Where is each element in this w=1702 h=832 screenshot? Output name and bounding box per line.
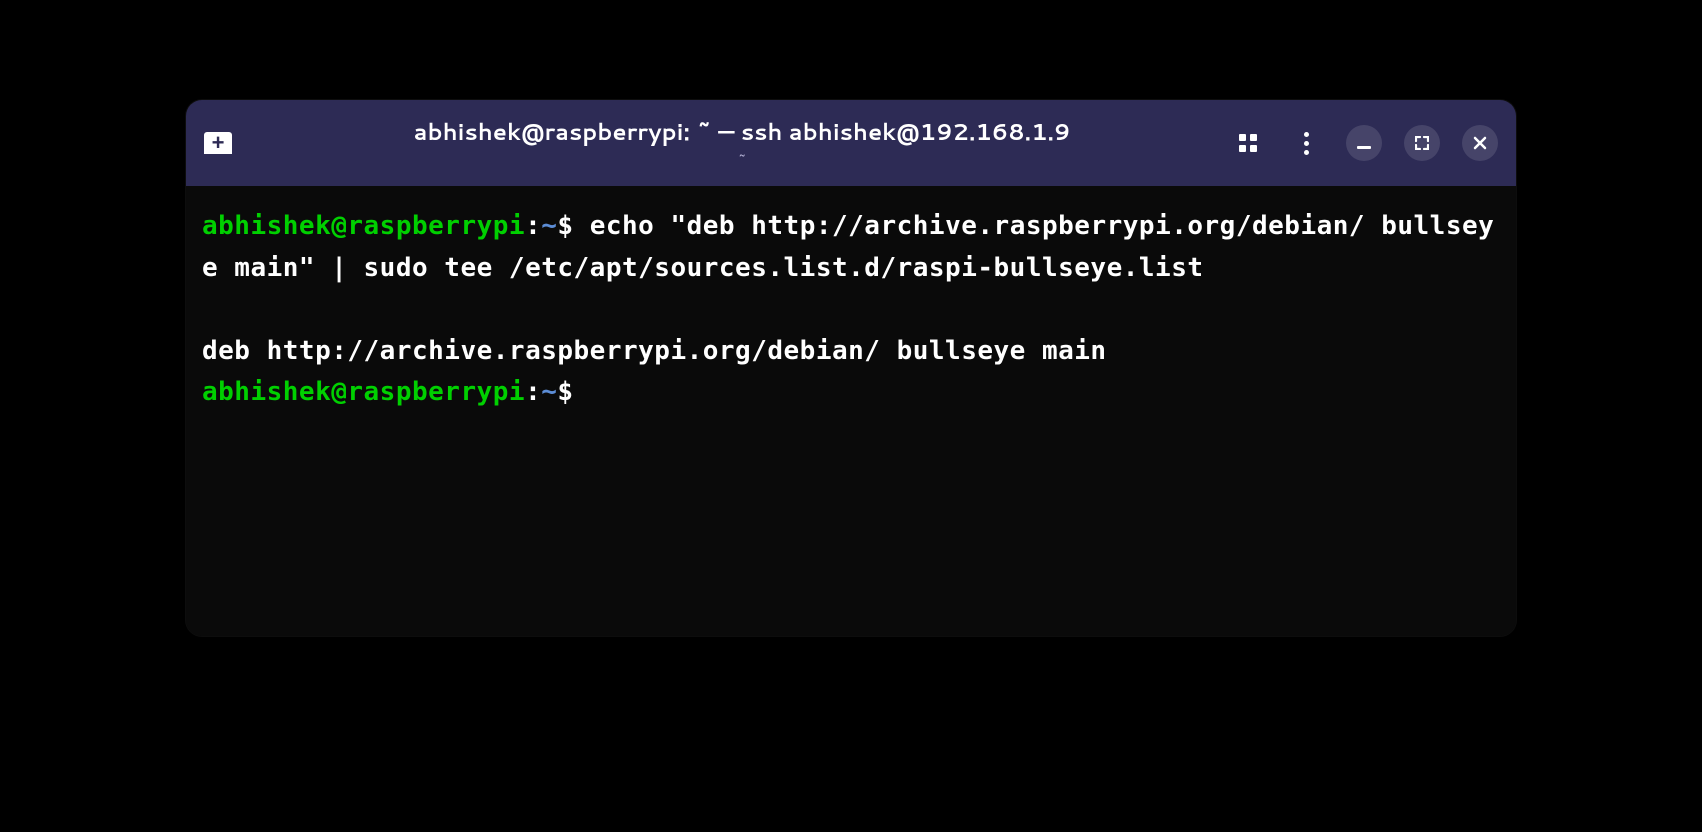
prompt-path: ~ <box>541 377 557 407</box>
terminal-line: abhishek@raspberrypi:~$ echo "deb http:/… <box>202 211 1494 283</box>
maximize-icon <box>1415 136 1429 150</box>
prompt-user-host: abhishek@raspberrypi <box>202 377 525 407</box>
close-icon <box>1473 136 1487 150</box>
new-tab-icon[interactable] <box>204 132 232 154</box>
prompt-dollar: $ <box>557 377 573 407</box>
titlebar-right <box>1230 125 1498 161</box>
prompt-colon: : <box>525 211 541 241</box>
terminal-body[interactable]: abhishek@raspberrypi:~$ echo "deb http:/… <box>186 186 1516 636</box>
prompt-path: ~ <box>541 211 557 241</box>
blank-line <box>202 289 1500 331</box>
close-button[interactable] <box>1462 125 1498 161</box>
maximize-button[interactable] <box>1404 125 1440 161</box>
titlebar-left <box>204 132 254 154</box>
window-subtitle: ~ <box>737 150 747 170</box>
grid-icon <box>1239 134 1257 152</box>
titlebar-center: abhishek@raspberrypi: ~ — ssh abhishek@1… <box>254 116 1230 170</box>
grid-view-button[interactable] <box>1230 125 1266 161</box>
minimize-icon <box>1357 146 1371 149</box>
window-titlebar: abhishek@raspberrypi: ~ — ssh abhishek@1… <box>186 100 1516 186</box>
prompt-colon: : <box>525 377 541 407</box>
prompt-dollar: $ <box>557 211 573 241</box>
minimize-button[interactable] <box>1346 125 1382 161</box>
terminal-line: abhishek@raspberrypi:~$ <box>202 377 574 407</box>
more-vertical-icon <box>1304 132 1309 155</box>
output-line: deb http://archive.raspberrypi.org/debia… <box>202 336 1107 366</box>
window-title: abhishek@raspberrypi: ~ — ssh abhishek@1… <box>414 116 1071 148</box>
terminal-window: abhishek@raspberrypi: ~ — ssh abhishek@1… <box>186 100 1516 636</box>
prompt-user-host: abhishek@raspberrypi <box>202 211 525 241</box>
menu-button[interactable] <box>1288 125 1324 161</box>
